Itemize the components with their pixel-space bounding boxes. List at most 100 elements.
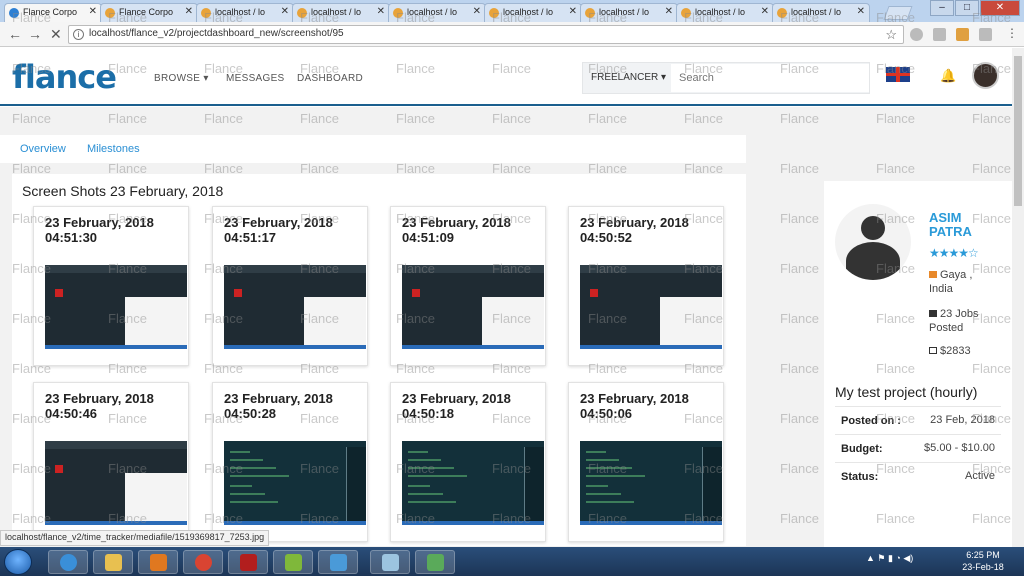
browser-tab[interactable]: localhost / lo ✕ xyxy=(484,3,582,22)
screenshot-thumbnail[interactable] xyxy=(580,441,722,525)
screenshot-card[interactable]: 23 February, 2018 04:50:06 xyxy=(568,382,724,542)
tab-title: localhost / lo xyxy=(407,7,458,17)
extension-icon[interactable] xyxy=(933,28,946,41)
tab-close-icon[interactable]: ✕ xyxy=(281,6,289,17)
address-bar[interactable]: i localhost/flance_v2/projectdashboard_n… xyxy=(68,25,904,44)
screenshot-date: 23 February, 2018 xyxy=(45,215,154,230)
browser-tab[interactable]: Flance Corpo ✕ xyxy=(4,3,102,22)
tab-close-icon[interactable]: ✕ xyxy=(473,6,481,17)
back-arrow-icon[interactable]: ← xyxy=(8,26,22,42)
close-window-button[interactable]: ✕ xyxy=(980,0,1020,16)
screenshot-thumbnail[interactable] xyxy=(402,441,544,525)
flance-logo[interactable]: flance xyxy=(12,58,117,96)
browser-tab[interactable]: Flance Corpo ✕ xyxy=(100,3,198,22)
notification-bell-icon[interactable]: 🔔 xyxy=(940,68,956,84)
system-tray[interactable]: ▲ ⚑ ▮ ◔ ◀) xyxy=(866,553,913,564)
browser-tab-strip: Flance Corpo ✕ Flance Corpo ✕ localhost / lo… xyxy=(0,0,1024,22)
nav-browse[interactable]: BROWSE ▾ xyxy=(154,73,209,84)
status-value: Active xyxy=(965,470,995,482)
browser-menu-icon[interactable]: ⋮ xyxy=(1006,26,1018,40)
tab-close-icon[interactable]: ✕ xyxy=(857,6,865,17)
tab-favicon-icon xyxy=(681,8,691,18)
screenshot-time: 04:50:46 xyxy=(45,406,98,421)
scrollbar-thumb[interactable] xyxy=(1014,56,1022,206)
stop-loading-icon[interactable]: ✕ xyxy=(50,26,62,43)
nav-dashboard[interactable]: DASHBOARD xyxy=(297,73,363,84)
screenshot-time: 04:51:09 xyxy=(402,230,455,245)
forward-arrow-icon[interactable]: → xyxy=(28,26,42,42)
tab-close-icon[interactable]: ✕ xyxy=(569,6,577,17)
tab-title: localhost / lo xyxy=(311,7,362,17)
screenshot-thumbnail[interactable] xyxy=(402,265,544,349)
browser-tab[interactable]: localhost / lo ✕ xyxy=(580,3,678,22)
screenshot-card[interactable]: 23 February, 2018 04:50:46 xyxy=(33,382,189,542)
posted-value: 23 Feb, 2018 xyxy=(930,414,995,426)
snipping-taskbar-icon[interactable] xyxy=(415,550,455,574)
browser-tab[interactable]: localhost / lo ✕ xyxy=(676,3,774,22)
tab-close-icon[interactable]: ✕ xyxy=(377,6,385,17)
info-icon[interactable]: i xyxy=(73,29,84,40)
tab-title: localhost / lo xyxy=(791,7,842,17)
tab-close-icon[interactable]: ✕ xyxy=(761,6,769,17)
screenshot-thumbnail[interactable] xyxy=(45,441,187,525)
screenshot-thumbnail[interactable] xyxy=(45,265,187,349)
ie-taskbar-icon[interactable] xyxy=(48,550,88,574)
new-tab-button[interactable] xyxy=(883,6,913,20)
tab-close-icon[interactable]: ✕ xyxy=(89,6,97,17)
browser-tab[interactable]: localhost / lo ✕ xyxy=(292,3,390,22)
extension-shield-icon[interactable] xyxy=(910,28,923,41)
media-player-taskbar-icon[interactable] xyxy=(138,550,178,574)
search-input[interactable] xyxy=(671,64,869,92)
tab-close-icon[interactable]: ✕ xyxy=(665,6,673,17)
language-flag-icon[interactable] xyxy=(886,67,910,82)
screenshot-card[interactable]: 23 February, 2018 04:51:09 xyxy=(390,206,546,366)
client-name[interactable]: ASIM PATRA xyxy=(929,211,989,239)
tab-milestones[interactable]: Milestones xyxy=(87,143,140,155)
budget-label: Budget: xyxy=(841,443,883,455)
maximize-button[interactable]: □ xyxy=(955,0,979,16)
project-subtabs: Overview Milestones xyxy=(0,135,746,163)
network-taskbar-icon[interactable] xyxy=(318,550,358,574)
screenshot-thumbnail[interactable] xyxy=(224,265,366,349)
tab-title: localhost / lo xyxy=(695,7,746,17)
screenshot-date: 23 February, 2018 xyxy=(402,215,511,230)
screenshot-date: 23 February, 2018 xyxy=(580,215,689,230)
search-mode-dropdown[interactable]: FREELANCER ▾ xyxy=(591,72,666,83)
clock-time: 6:25 PM xyxy=(966,550,1000,560)
screenshot-card[interactable]: 23 February, 2018 04:51:17 xyxy=(212,206,368,366)
user-avatar[interactable] xyxy=(972,62,999,89)
screenshot-thumbnail[interactable] xyxy=(224,441,366,525)
minimize-button[interactable]: – xyxy=(930,0,954,16)
tab-title: Flance Corpo xyxy=(119,7,174,17)
nav-messages[interactable]: MESSAGES xyxy=(226,73,285,84)
search-bar: FREELANCER ▾ xyxy=(582,62,870,94)
start-button[interactable] xyxy=(4,549,32,575)
project-title: My test project (hourly) xyxy=(835,384,978,400)
window-controls: – □ ✕ xyxy=(929,0,1020,16)
extension-icon[interactable] xyxy=(979,28,992,41)
screenshot-card[interactable]: 23 February, 2018 04:50:52 xyxy=(568,206,724,366)
explorer-taskbar-icon[interactable] xyxy=(93,550,133,574)
tab-close-icon[interactable]: ✕ xyxy=(185,6,193,17)
clock-date: 23-Feb-18 xyxy=(962,562,1004,572)
tab-favicon-icon xyxy=(105,8,115,18)
screenshot-card[interactable]: 23 February, 2018 04:51:30 xyxy=(33,206,189,366)
flag-icon xyxy=(929,271,937,278)
browser-tab[interactable]: localhost / lo ✕ xyxy=(196,3,294,22)
chrome-taskbar-icon[interactable] xyxy=(183,550,223,574)
screenshot-card[interactable]: 23 February, 2018 04:50:28 xyxy=(212,382,368,542)
browser-tab[interactable]: localhost / lo ✕ xyxy=(772,3,870,22)
browser-tab[interactable]: localhost / lo ✕ xyxy=(388,3,486,22)
tab-overview[interactable]: Overview xyxy=(20,143,66,155)
extension-key-icon[interactable] xyxy=(956,28,969,41)
budget-row: Budget: $5.00 - $10.00 xyxy=(835,434,1001,462)
screenshot-card[interactable]: 23 February, 2018 04:50:18 xyxy=(390,382,546,542)
taskbar-clock[interactable]: 6:25 PM 23-Feb-18 xyxy=(955,549,1011,573)
tab-favicon-icon xyxy=(297,8,307,18)
filezilla-taskbar-icon[interactable] xyxy=(228,550,268,574)
app-taskbar-icon[interactable] xyxy=(273,550,313,574)
screenshot-thumbnail[interactable] xyxy=(580,265,722,349)
notepad-taskbar-icon[interactable] xyxy=(370,550,410,574)
briefcase-icon xyxy=(929,310,937,317)
bookmark-star-icon[interactable]: ☆ xyxy=(885,27,897,43)
